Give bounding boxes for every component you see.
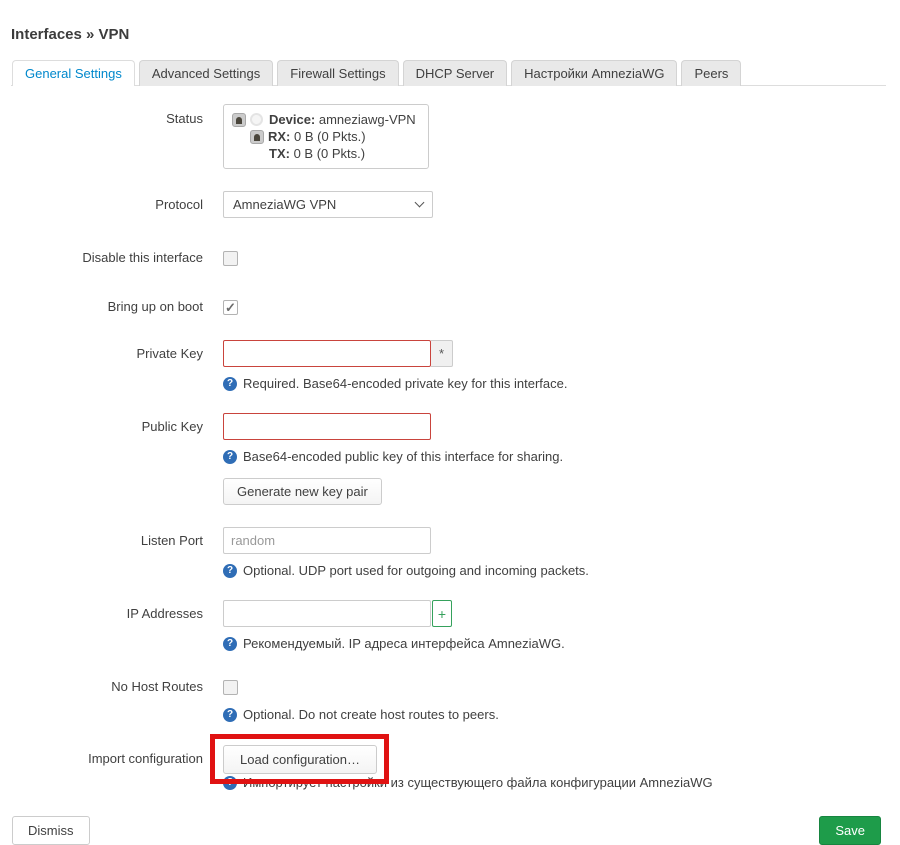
bring-up-on-boot-checkbox[interactable]: ✓ bbox=[223, 300, 238, 315]
chevron-down-icon bbox=[415, 198, 425, 208]
device-label: Device: bbox=[269, 112, 315, 127]
tab-advanced-settings[interactable]: Advanced Settings bbox=[139, 60, 273, 86]
no-host-routes-row: No Host Routes ? Optional. Do not create… bbox=[11, 673, 886, 722]
tab-firewall-settings[interactable]: Firewall Settings bbox=[277, 60, 398, 86]
private-key-label: Private Key bbox=[11, 340, 203, 361]
public-key-row: Public Key ? Base64-encoded public key o… bbox=[11, 413, 886, 505]
rx-label: RX: bbox=[268, 129, 290, 144]
save-button[interactable]: Save bbox=[819, 816, 881, 845]
page-title: Interfaces » VPN bbox=[11, 26, 886, 43]
status-label: Status bbox=[11, 104, 203, 126]
no-host-routes-label: No Host Routes bbox=[11, 673, 203, 694]
ethernet-faded-icon bbox=[250, 113, 263, 126]
import-configuration-help-text: Импортирует настройки из существующего ф… bbox=[243, 775, 713, 790]
public-key-help-text: Base64-encoded public key of this interf… bbox=[243, 449, 563, 464]
help-icon: ? bbox=[223, 377, 237, 391]
help-icon: ? bbox=[223, 776, 237, 790]
general-settings-form: Status Device: amneziawg-VPN RX: 0 B (0 … bbox=[11, 104, 886, 790]
public-key-input[interactable] bbox=[223, 413, 431, 440]
tx-label: TX: bbox=[269, 146, 290, 161]
protocol-selected-value: AmneziaWG VPN bbox=[233, 197, 336, 212]
device-value: amneziawg-VPN bbox=[319, 112, 416, 127]
help-icon: ? bbox=[223, 564, 237, 578]
tx-value: 0 B (0 Pkts.) bbox=[294, 146, 366, 161]
load-configuration-button[interactable]: Load configuration… bbox=[223, 745, 377, 774]
rx-value: 0 B (0 Pkts.) bbox=[294, 129, 366, 144]
protocol-select[interactable]: AmneziaWG VPN bbox=[223, 191, 433, 218]
listen-port-input[interactable] bbox=[223, 527, 431, 554]
ip-addresses-input[interactable] bbox=[223, 600, 431, 627]
private-key-help-text: Required. Base64-encoded private key for… bbox=[243, 376, 567, 391]
interface-settings-page: Interfaces » VPN General Settings Advanc… bbox=[0, 0, 900, 845]
bring-up-on-boot-row: Bring up on boot ✓ bbox=[11, 293, 886, 315]
tab-dhcp-server[interactable]: DHCP Server bbox=[403, 60, 508, 86]
status-box: Device: amneziawg-VPN RX: 0 B (0 Pkts.) … bbox=[223, 104, 429, 169]
private-key-row: Private Key * ? Required. Base64-encoded… bbox=[11, 340, 886, 391]
no-host-routes-checkbox[interactable] bbox=[223, 680, 238, 695]
help-icon: ? bbox=[223, 708, 237, 722]
help-icon: ? bbox=[223, 637, 237, 651]
disable-interface-label: Disable this interface bbox=[11, 244, 203, 265]
listen-port-label: Listen Port bbox=[11, 527, 203, 548]
protocol-label: Protocol bbox=[11, 191, 203, 212]
tunnel-icon bbox=[250, 130, 264, 144]
ip-addresses-row: IP Addresses + ? Рекомендуемый. IP адрес… bbox=[11, 600, 886, 651]
listen-port-row: Listen Port ? Optional. UDP port used fo… bbox=[11, 527, 886, 578]
tab-amneziawg-settings[interactable]: Настройки AmneziaWG bbox=[511, 60, 677, 86]
ip-addresses-help-text: Рекомендуемый. IP адреса интерфейса Amne… bbox=[243, 636, 565, 651]
private-key-input[interactable] bbox=[223, 340, 431, 367]
public-key-label: Public Key bbox=[11, 413, 203, 434]
import-configuration-row: Import configuration Load configuration…… bbox=[11, 742, 886, 790]
status-row: Status Device: amneziawg-VPN RX: 0 B (0 … bbox=[11, 104, 886, 169]
disable-interface-row: Disable this interface bbox=[11, 244, 886, 266]
tunnel-icon bbox=[232, 113, 246, 127]
import-configuration-label: Import configuration bbox=[11, 742, 203, 766]
reveal-password-button[interactable]: * bbox=[431, 340, 453, 367]
add-ip-address-button[interactable]: + bbox=[432, 600, 452, 627]
generate-key-pair-button[interactable]: Generate new key pair bbox=[223, 478, 382, 505]
help-icon: ? bbox=[223, 450, 237, 464]
plus-icon: + bbox=[438, 606, 446, 622]
tab-general-settings[interactable]: General Settings bbox=[12, 60, 135, 86]
tab-peers[interactable]: Peers bbox=[681, 60, 741, 86]
check-icon: ✓ bbox=[225, 301, 236, 314]
bring-up-on-boot-label: Bring up on boot bbox=[11, 293, 203, 314]
protocol-row: Protocol AmneziaWG VPN bbox=[11, 191, 886, 218]
disable-interface-checkbox[interactable] bbox=[223, 251, 238, 266]
asterisk-icon: * bbox=[439, 346, 444, 361]
listen-port-help-text: Optional. UDP port used for outgoing and… bbox=[243, 563, 589, 578]
footer-action-bar: Dismiss Save bbox=[11, 816, 886, 845]
no-host-routes-help-text: Optional. Do not create host routes to p… bbox=[243, 707, 499, 722]
ip-addresses-label: IP Addresses bbox=[11, 600, 203, 621]
tab-bar: General Settings Advanced Settings Firew… bbox=[11, 59, 886, 86]
dismiss-button[interactable]: Dismiss bbox=[12, 816, 90, 845]
